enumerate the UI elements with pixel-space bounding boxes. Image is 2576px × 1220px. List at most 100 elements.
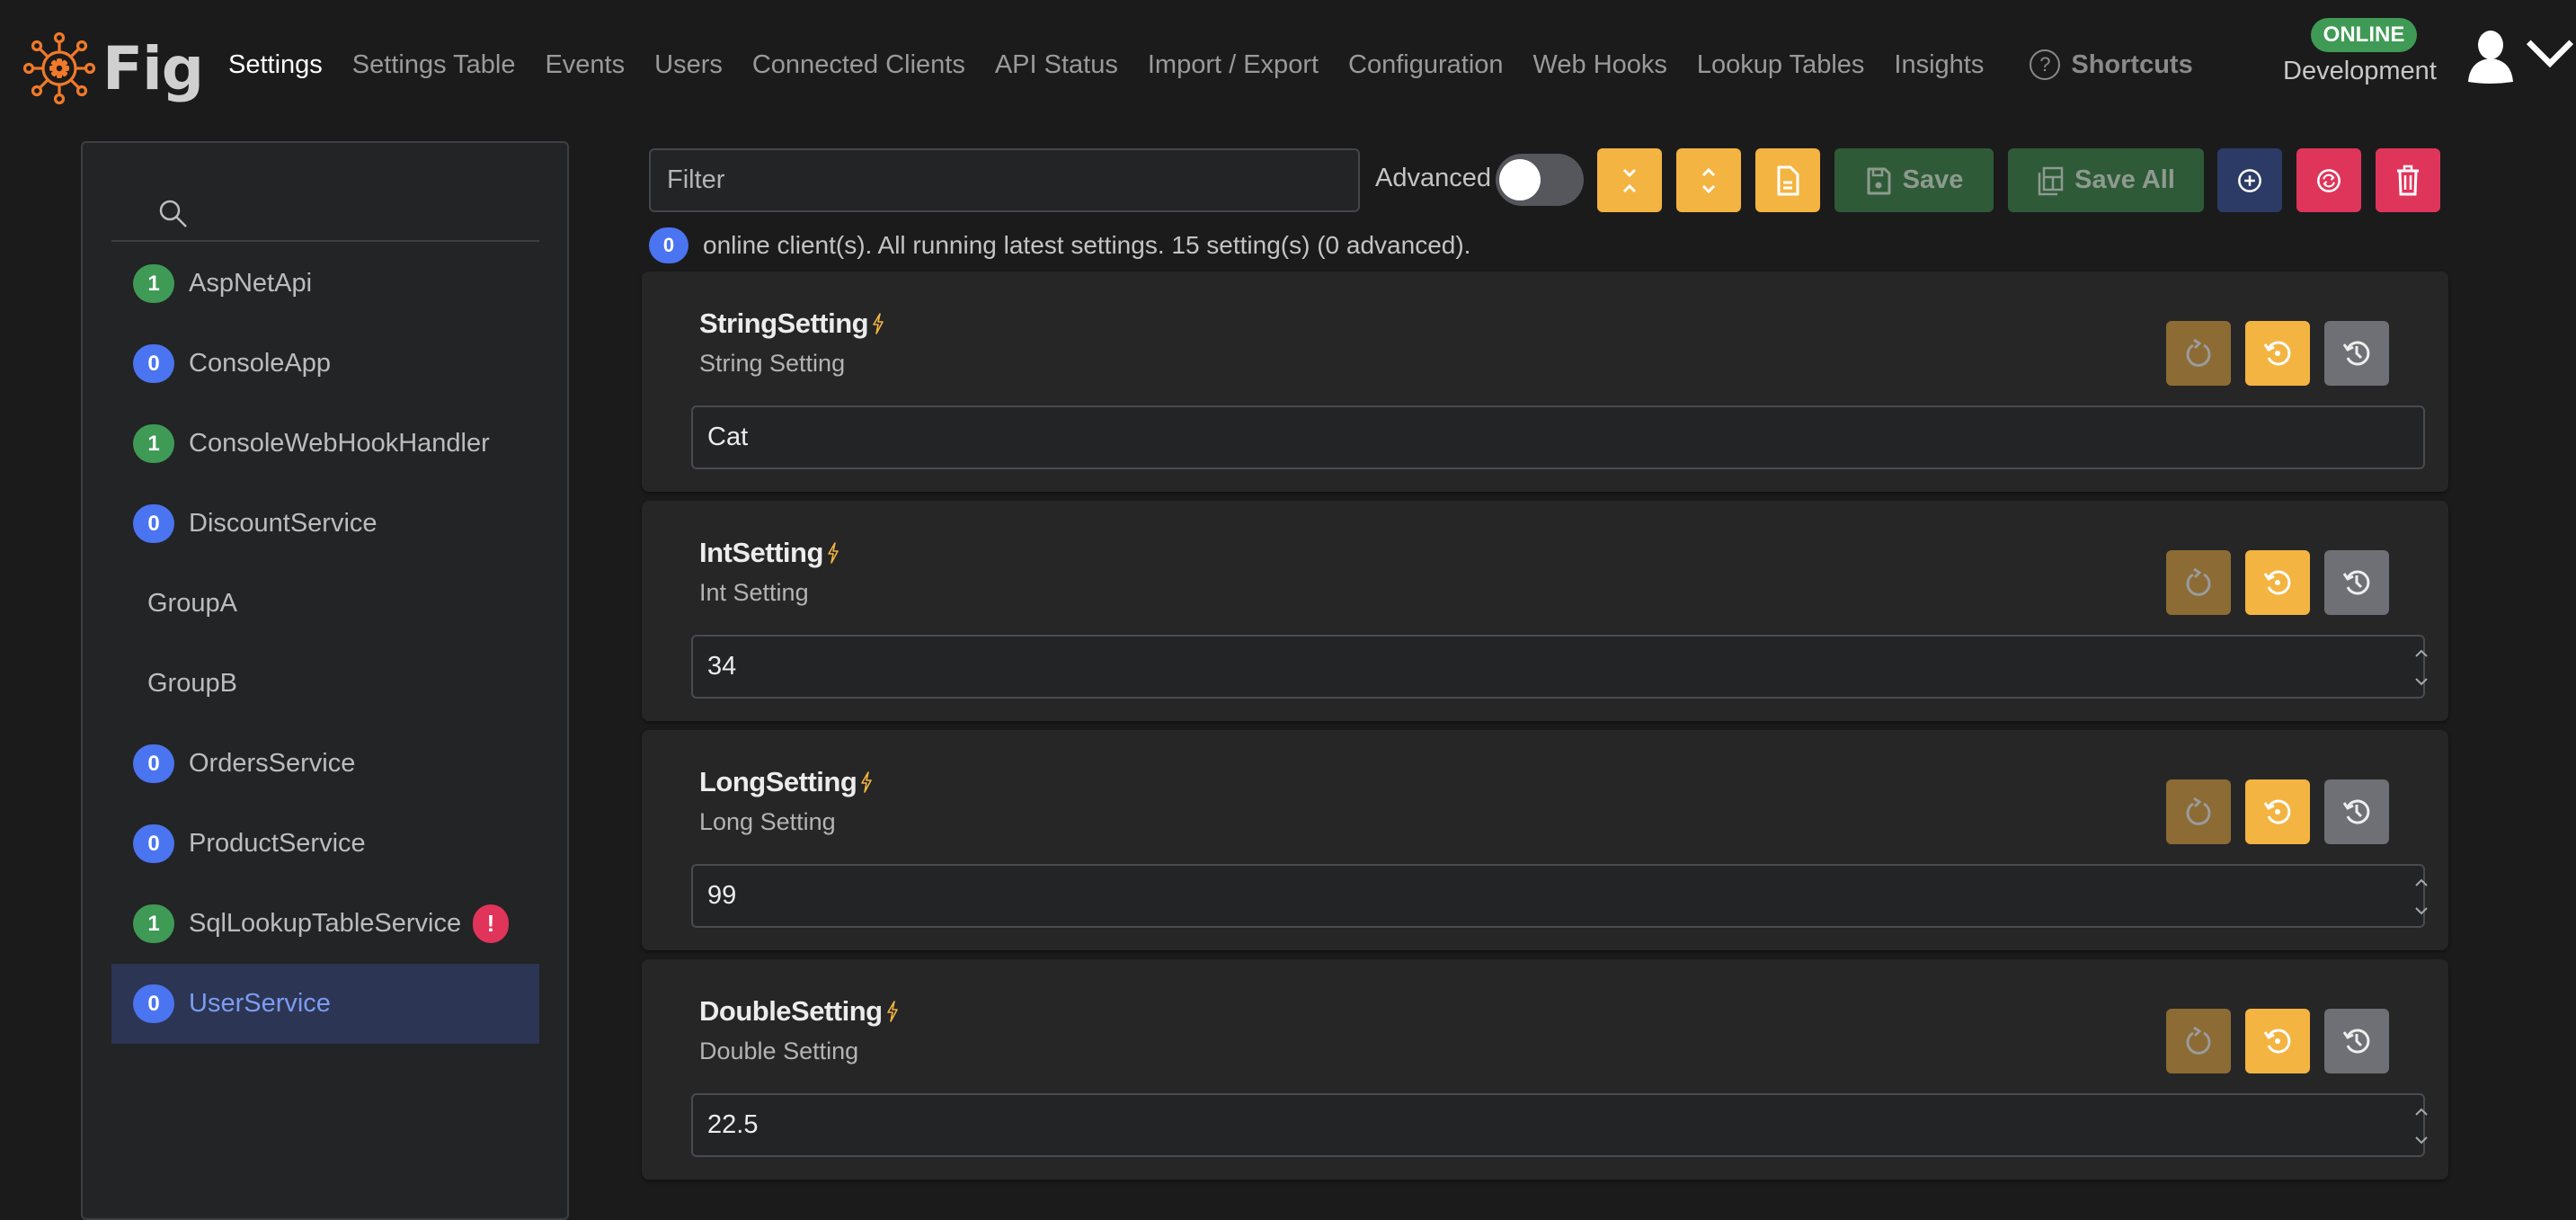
sidebar-item-sql-lookup-table-service[interactable]: 1 SqlLookupTableService! [111,884,539,964]
setting-name: DoubleSetting [699,995,900,1028]
reset-to-default-icon [2263,570,2291,595]
reset-to-default-button[interactable] [2245,321,2310,386]
sidebar-item-label: ConsoleApp [189,349,331,378]
live-reload-icon [861,771,873,793]
sidebar-item-group-b[interactable]: GroupB [111,644,539,724]
nav-insights[interactable]: Insights [1894,50,1984,80]
history-button[interactable] [2324,1009,2389,1073]
nav-lookup-tables[interactable]: Lookup Tables [1697,50,1865,80]
show-descriptions-button[interactable] [1755,148,1820,212]
number-spinner[interactable] [2412,645,2430,690]
shortcuts-button[interactable]: ? Shortcuts [2030,49,2193,80]
expand-all-button[interactable] [1676,148,1741,212]
setting-name-text: LongSetting [699,766,857,797]
document-icon [1777,165,1799,195]
setting-description: String Setting [699,350,846,377]
filter-input[interactable] [649,148,1360,212]
reset-icon [2186,338,2211,367]
history-icon [2342,341,2370,366]
history-button[interactable] [2324,550,2389,615]
sidebar-item-label: ProductService [189,829,366,858]
sidebar-item-orders-service[interactable]: 0 OrdersService [111,724,539,804]
sidebar-search[interactable] [111,179,539,242]
advanced-toggle[interactable] [1496,154,1584,206]
refresh-button[interactable] [2296,148,2361,212]
number-spinner[interactable] [2412,1103,2430,1148]
history-button[interactable] [2324,779,2389,844]
nav-configuration[interactable]: Configuration [1348,50,1504,80]
user-menu-button[interactable] [2465,27,2576,86]
save-all-button[interactable]: Save All [2008,148,2204,212]
undo-changes-button[interactable] [2166,321,2231,386]
history-button[interactable] [2324,321,2389,386]
reset-icon [2186,797,2211,825]
nav-api-status[interactable]: API Status [995,50,1118,80]
instance-count-badge: 0 [133,824,174,863]
client-status-line: 0 online client(s). All running latest s… [649,227,1470,263]
setting-description: Long Setting [699,808,836,835]
sidebar-item-console-web-hook-handler[interactable]: 1 ConsoleWebHookHandler [111,404,539,484]
live-reload-icon [886,1001,898,1022]
undo-changes-button[interactable] [2166,1009,2231,1073]
setting-name-text: StringSetting [699,307,869,339]
question-circle-icon: ? [2030,49,2061,80]
setting-value-input[interactable] [691,635,2425,699]
online-count-badge: 0 [649,227,688,263]
save-button[interactable]: Save [1834,148,1994,212]
nav-settings-table[interactable]: Settings Table [352,50,516,80]
top-navbar: Fig Settings Settings Table Events Users… [0,0,2576,130]
error-badge: ! [473,904,509,943]
number-spinner[interactable] [2412,874,2430,919]
undo-changes-button[interactable] [2166,779,2231,844]
save-all-label: Save All [2074,165,2175,194]
sidebar-item-discount-service[interactable]: 0 DiscountService [111,484,539,564]
live-reload-icon [828,542,839,564]
sidebar-item-product-service[interactable]: 0 ProductService [111,804,539,884]
nav-import-export[interactable]: Import / Export [1148,50,1319,80]
nav-settings[interactable]: Settings [228,50,323,80]
live-reload-icon [873,313,884,334]
nav-web-hooks[interactable]: Web Hooks [1533,50,1667,80]
setting-card: LongSetting Long Setting [642,730,2448,950]
reset-icon [2186,1026,2211,1055]
save-label: Save [1902,165,1964,194]
undo-changes-button[interactable] [2166,550,2231,615]
instance-count-badge: 1 [133,904,174,943]
setting-value-input[interactable] [691,405,2425,469]
reset-to-default-icon [2263,1029,2291,1054]
sidebar-item-console-app[interactable]: 0 ConsoleApp [111,324,539,404]
sidebar-item-label: GroupB [147,669,237,698]
sidebar-item-label: OrdersService [189,749,356,778]
spin-arrows-icon [2415,878,2428,915]
status-message: online client(s). All running latest set… [703,231,1471,259]
sidebar-item-asp-net-api[interactable]: 1 AspNetApi [111,244,539,324]
refresh-circle-icon [2317,168,2341,192]
add-instance-button[interactable] [2217,148,2282,212]
reset-icon [2186,567,2211,596]
reset-to-default-button[interactable] [2245,1009,2310,1073]
reset-to-default-icon [2263,799,2291,824]
instance-count-badge: 0 [133,744,174,783]
search-icon [159,200,187,227]
history-icon [2342,799,2370,824]
collapse-all-button[interactable] [1597,148,1662,212]
reset-to-default-button[interactable] [2245,550,2310,615]
reset-to-default-button[interactable] [2245,779,2310,844]
main-nav: Settings Settings Table Events Users Con… [228,47,2193,83]
spin-arrows-icon [2415,1108,2428,1144]
nav-connected-clients[interactable]: Connected Clients [752,50,965,80]
sidebar-item-group-a[interactable]: GroupA [111,564,539,644]
setting-card: DoubleSetting Double Setting [642,959,2448,1180]
setting-value-input[interactable] [691,1093,2425,1157]
app-logo[interactable]: Fig [22,31,204,106]
sidebar-item-user-service[interactable]: 0 UserService [111,964,539,1044]
client-sidebar: 1 AspNetApi 0 ConsoleApp 1 ConsoleWebHookHand… [81,141,569,1220]
trash-icon [2397,165,2419,195]
nav-events[interactable]: Events [545,50,625,80]
advanced-label: Advanced [1375,164,1491,192]
setting-value-input[interactable] [691,864,2425,928]
sidebar-item-label: AspNetApi [189,269,313,298]
setting-name: IntSetting [699,537,840,569]
nav-users[interactable]: Users [654,50,723,80]
delete-button[interactable] [2376,148,2440,212]
